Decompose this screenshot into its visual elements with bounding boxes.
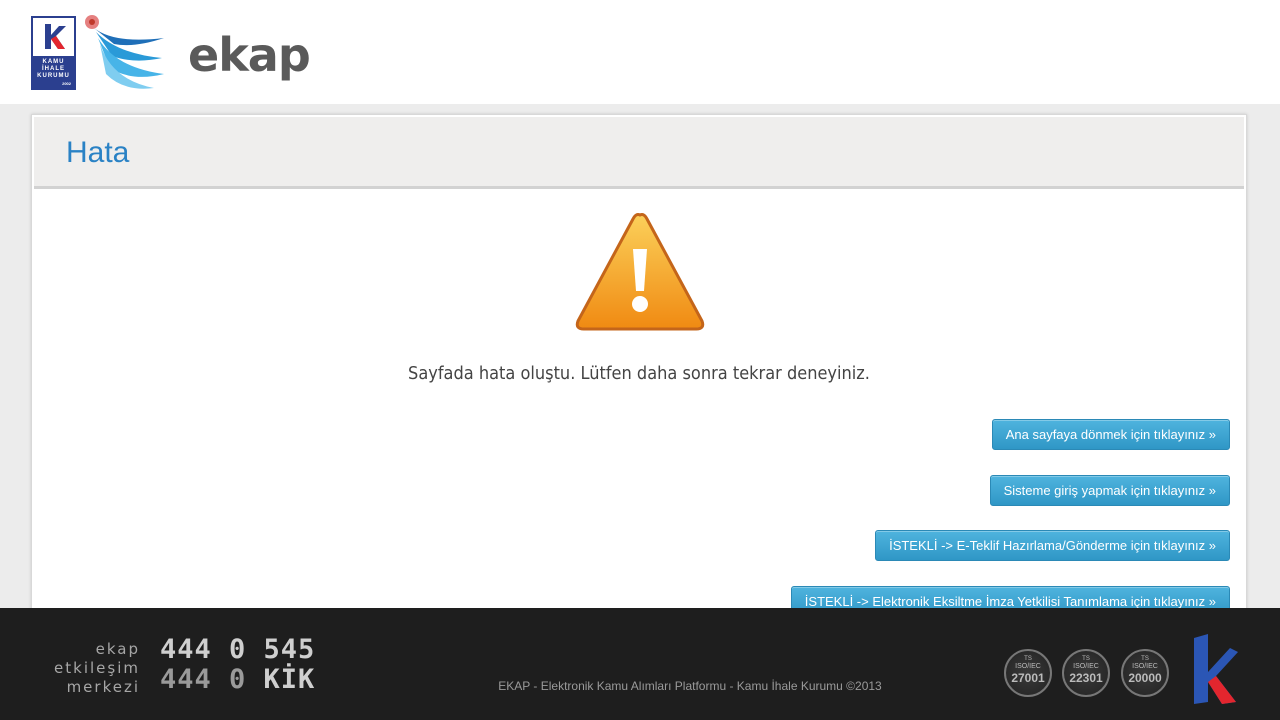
iso-27001-badge: TS ISO/IEC 27001	[1004, 649, 1052, 697]
header: KAMU İHALE KURUMU 2002 ekap	[0, 0, 1280, 104]
e-bid-prepare-button[interactable]: İSTEKLİ -> E-Teklif Hazırlama/Gönderme i…	[875, 530, 1230, 561]
page-title: Hata	[66, 136, 130, 169]
error-message: Sayfada hata oluştu. Lütfen daha sonra t…	[408, 363, 870, 384]
login-button[interactable]: Sisteme giriş yapmak için tıklayınız »	[989, 475, 1230, 506]
kik-footer-logo-icon[interactable]	[1186, 632, 1242, 708]
ekap-logo-text[interactable]: ekap	[188, 28, 311, 82]
ekap-bird-icon	[85, 15, 164, 89]
iso-22301-badge: TS ISO/IEC 22301	[1062, 649, 1110, 697]
kik-logo-icon[interactable]: KAMU İHALE KURUMU 2002	[31, 16, 76, 90]
iso-20000-badge: TS ISO/IEC 20000	[1121, 649, 1169, 697]
footer: ekap etkileşim merkezi 444 0 545 444 0 K…	[0, 608, 1280, 720]
error-panel: Hata Sayfada hata oluştu. Lütfen daha so…	[31, 114, 1247, 617]
panel-header: Hata	[34, 117, 1244, 189]
home-page-button[interactable]: Ana sayfaya dönmek için tıklayınız »	[991, 419, 1230, 450]
phone-number-1: 444 0 545	[160, 634, 316, 665]
warning-triangle-icon	[575, 213, 705, 331]
